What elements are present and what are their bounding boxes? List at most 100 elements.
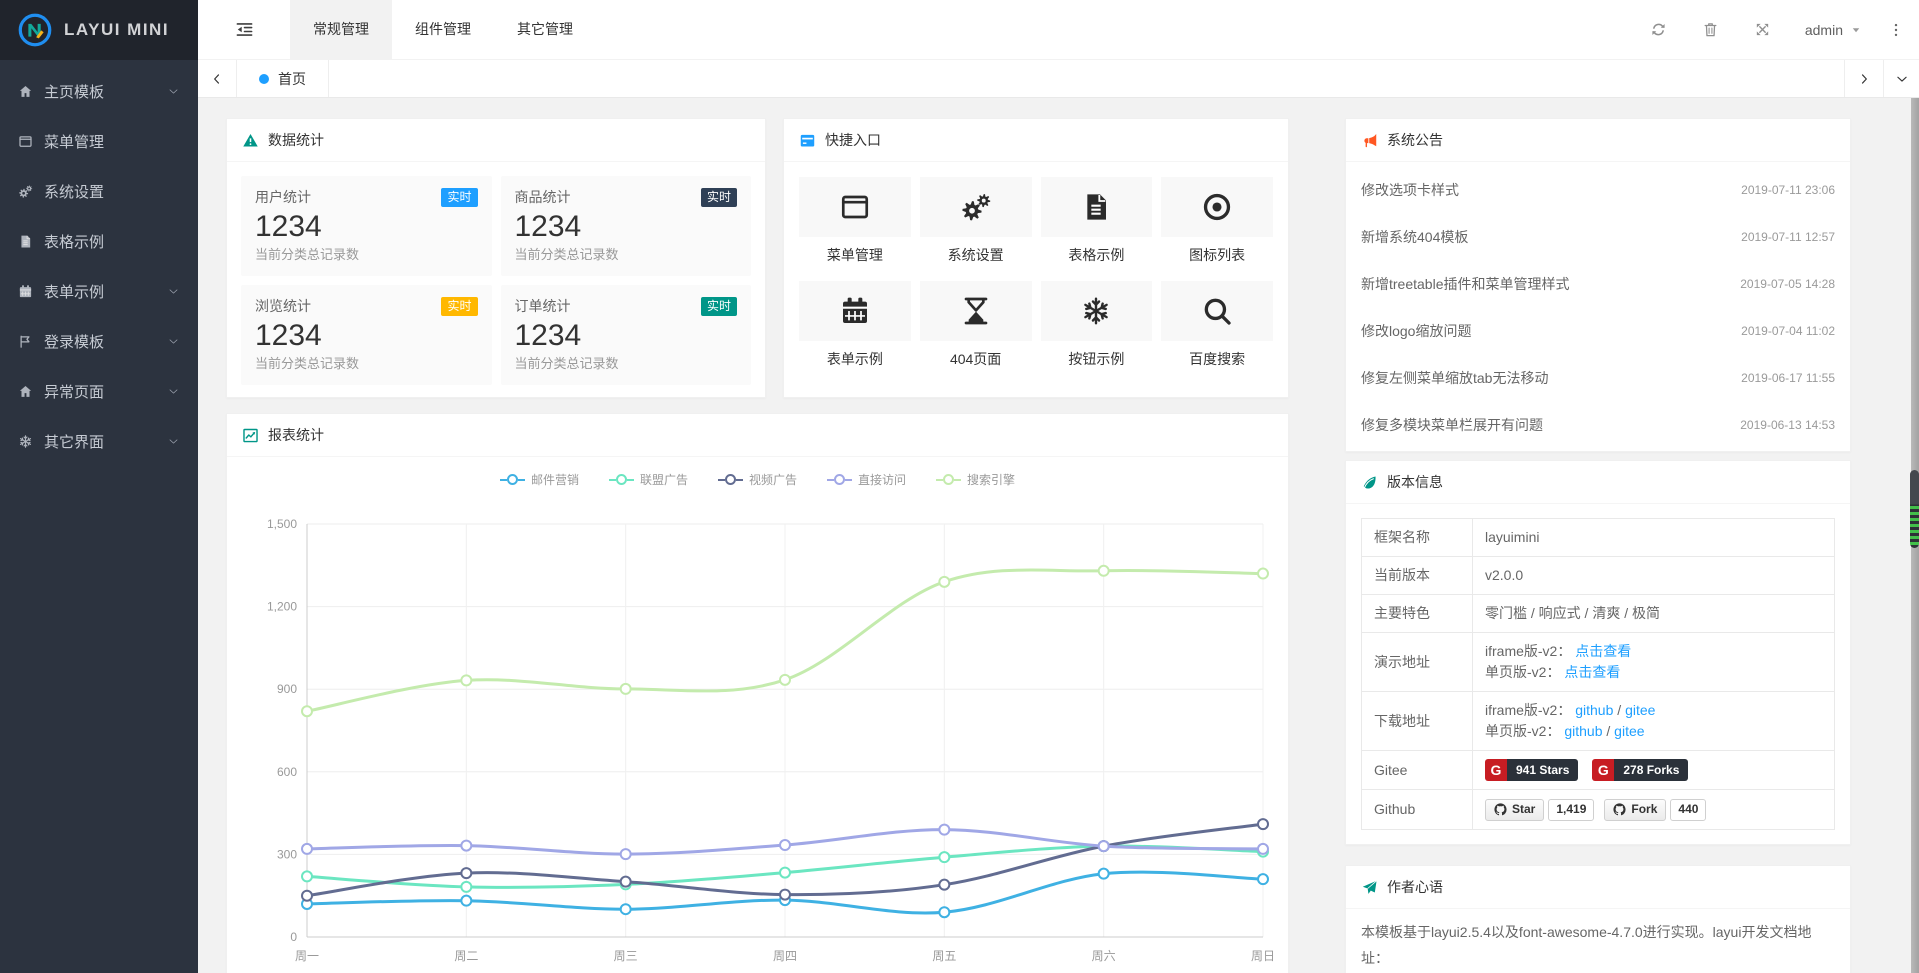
quick-item-table-example[interactable]: 表格示例	[1041, 177, 1153, 265]
fullscreen-icon	[1754, 21, 1771, 38]
tabs-scroll-left-button[interactable]	[198, 60, 237, 97]
stat-card-view-stats[interactable]: 浏览统计实时1234当前分类总记录数	[241, 285, 492, 385]
sidebar-item-system-settings[interactable]: 系统设置	[0, 166, 198, 216]
svg-text:1,200: 1,200	[267, 600, 297, 614]
outdent-icon	[235, 20, 254, 39]
sidebar-item-label: 系统设置	[44, 181, 180, 202]
notice-item[interactable]: 修复左侧菜单缩放tab无法移动2019-06-17 11:55	[1361, 354, 1835, 401]
tabs-menu-button[interactable]	[1883, 60, 1919, 97]
link-github[interactable]: github	[1564, 723, 1602, 739]
report-panel: 报表统计 邮件营销联盟广告视频广告直接访问搜索引擎 03006009001,20…	[226, 413, 1289, 973]
notice-item[interactable]: 新增系统404模板2019-07-11 12:57	[1361, 213, 1835, 260]
tabs-scroll-right-button[interactable]	[1844, 60, 1883, 97]
chevron-down-icon	[167, 435, 180, 448]
author-body: 本模板基于layui2.5.4以及font-awesome-4.7.0进行实现。…	[1346, 909, 1850, 973]
legend-item-3[interactable]: 视频广告	[718, 471, 797, 488]
sidebar-item-menu-management[interactable]: 菜单管理	[0, 116, 198, 166]
notice-date: 2019-07-11 12:57	[1741, 230, 1835, 244]
chevron-left-icon	[210, 72, 224, 86]
gitee-badge[interactable]: G278 Forks	[1592, 759, 1688, 781]
sidebar-item-label: 主页模板	[44, 81, 167, 102]
sidebar-item-home-templates[interactable]: 主页模板	[0, 66, 198, 116]
legend-item-4[interactable]: 直接访问	[827, 471, 906, 488]
notice-date: 2019-06-17 11:55	[1741, 371, 1835, 385]
nav-item-other-management[interactable]: 其它管理	[494, 0, 596, 59]
version-row-label: Gitee	[1362, 751, 1473, 790]
refresh-button[interactable]	[1633, 0, 1685, 59]
stat-card-order-stats[interactable]: 订单统计实时1234当前分类总记录数	[501, 285, 752, 385]
stat-value: 1234	[255, 208, 478, 246]
report-chart-area: 邮件营销 联盟广告 视频广告 直接访问 搜索引擎 03006009001,2001,50…	[227, 457, 1288, 973]
sidebar-item-error-pages[interactable]: 异常页面	[0, 366, 198, 416]
version-row-label: Github	[1362, 790, 1473, 829]
header-actions: admin	[1633, 0, 1919, 59]
github-star-button[interactable]: Star	[1485, 799, 1544, 821]
user-dropdown[interactable]: admin	[1789, 0, 1878, 59]
sidebar-item-form-examples[interactable]: 表单示例	[0, 266, 198, 316]
refresh-icon	[1650, 21, 1667, 38]
nav-item-general-management[interactable]: 常规管理	[290, 0, 392, 59]
quick-item-button-example[interactable]: 按钮示例	[1041, 281, 1153, 369]
notice-item[interactable]: 修改logo缩放问题2019-07-04 11:02	[1361, 307, 1835, 354]
stat-card-user-stats[interactable]: 用户统计实时1234当前分类总记录数	[241, 176, 492, 276]
legend-item-1[interactable]: 邮件营销	[500, 471, 579, 488]
quick-item-baidu-search[interactable]: 百度搜索	[1161, 281, 1273, 369]
link-点击查看[interactable]: 点击查看	[1575, 643, 1631, 659]
notice-date: 2019-07-04 11:02	[1741, 324, 1835, 338]
author-intro: 本模板基于layui2.5.4以及font-awesome-4.7.0进行实现。…	[1361, 919, 1835, 971]
sidebar-item-table-examples[interactable]: 表格示例	[0, 216, 198, 266]
quick-item-page-404[interactable]: 404页面	[920, 281, 1032, 369]
stat-card-goods-stats[interactable]: 商品统计实时1234当前分类总记录数	[501, 176, 752, 276]
notice-text: 新增treetable插件和菜单管理样式	[1361, 274, 1569, 294]
link-gitee[interactable]: gitee	[1614, 723, 1644, 739]
layui-logo-icon	[16, 11, 54, 49]
link-github[interactable]: github	[1575, 702, 1613, 718]
scrollbar-thumb[interactable]	[1910, 470, 1919, 548]
notice-item[interactable]: 修复多模块菜单栏展开有问题2019-06-13 14:53	[1361, 401, 1835, 448]
github-fork-button[interactable]: Fork	[1604, 799, 1666, 821]
sidebar-item-label: 表单示例	[44, 281, 167, 302]
tab-home[interactable]: 首页	[237, 60, 329, 97]
version-row: 框架名称layuimini	[1362, 519, 1835, 557]
stat-title: 浏览统计	[255, 296, 311, 316]
quick-item-menu-management[interactable]: 菜单管理	[799, 177, 911, 265]
link-点击查看[interactable]: 点击查看	[1564, 664, 1620, 680]
stats-grid: 用户统计实时1234当前分类总记录数商品统计实时1234当前分类总记录数浏览统计…	[227, 162, 765, 399]
github-star-count[interactable]: 1,419	[1548, 799, 1594, 821]
sidebar-item-other-pages[interactable]: 其它界面	[0, 416, 198, 466]
gitee-badge[interactable]: G941 Stars	[1485, 759, 1578, 781]
version-row-value: 零门槛 / 响应式 / 清爽 / 极简	[1473, 595, 1835, 633]
realtime-badge: 实时	[701, 297, 737, 316]
sidebar-item-login-templates[interactable]: 登录模板	[0, 316, 198, 366]
app-root: LAYUI MINI 主页模板菜单管理系统设置表格示例表单示例登录模板异常页面其…	[0, 0, 1919, 973]
fullscreen-button[interactable]	[1737, 0, 1789, 59]
quick-item-system-settings[interactable]: 系统设置	[920, 177, 1032, 265]
active-tab-dot-icon	[259, 74, 269, 84]
report-chart: 03006009001,2001,500周一周二周三周四周五周六周日	[227, 457, 1288, 973]
nav-item-component-management[interactable]: 组件管理	[392, 0, 494, 59]
quick-item-icon-list[interactable]: 图标列表	[1161, 177, 1273, 265]
top-nav: 常规管理组件管理其它管理	[290, 0, 596, 59]
notice-item[interactable]: 新增treetable插件和菜单管理样式2019-07-05 14:28	[1361, 260, 1835, 307]
caret-down-icon	[1850, 24, 1862, 36]
main-content: 数据统计 用户统计实时1234当前分类总记录数商品统计实时1234当前分类总记录…	[198, 98, 1919, 973]
legend-item-2[interactable]: 联盟广告	[609, 471, 688, 488]
legend-item-5[interactable]: 搜索引擎	[936, 471, 1015, 488]
collapse-sidebar-button[interactable]	[198, 0, 290, 59]
quick-item-label: 表单示例	[799, 349, 911, 369]
github-mark-icon	[1494, 803, 1507, 816]
quick-item-form-example[interactable]: 表单示例	[799, 281, 911, 369]
github-fork-count[interactable]: 440	[1670, 799, 1706, 821]
more-menu-button[interactable]	[1878, 0, 1914, 59]
panel-header: 系统公告	[1346, 119, 1850, 162]
system-notice-panel: 系统公告 修改选项卡样式2019-07-11 23:06新增系统404模板201…	[1345, 118, 1851, 452]
brand-logo[interactable]: LAYUI MINI	[0, 0, 198, 60]
home-icon	[18, 384, 33, 399]
dotcircle-icon	[1201, 191, 1233, 223]
notice-item[interactable]: 修改选项卡样式2019-07-11 23:06	[1361, 166, 1835, 213]
quick-item-label: 按钮示例	[1041, 349, 1153, 369]
link-gitee[interactable]: gitee	[1625, 702, 1655, 718]
clear-cache-button[interactable]	[1685, 0, 1737, 59]
chart-legend: 邮件营销 联盟广告 视频广告 直接访问 搜索引擎	[227, 471, 1288, 488]
window-icon	[799, 132, 816, 149]
